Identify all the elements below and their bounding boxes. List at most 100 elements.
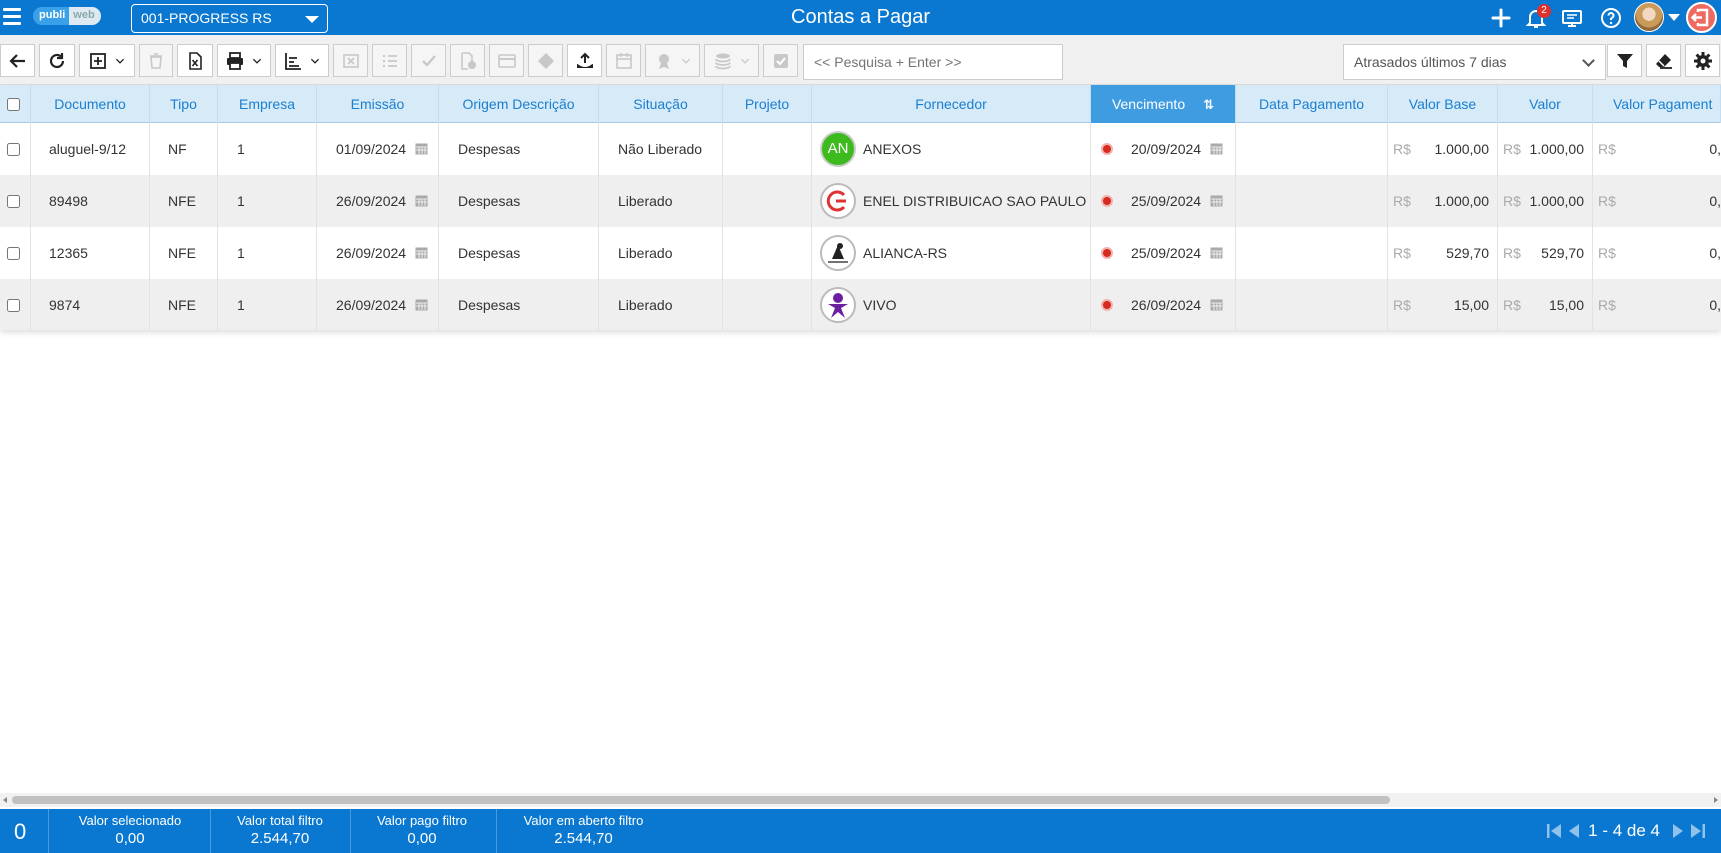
cell-valor-base: R$ 15,00 bbox=[1388, 279, 1498, 330]
add-icon[interactable] bbox=[1488, 5, 1514, 31]
valor-total-stat: Valor total filtro 2.544,70 bbox=[215, 813, 345, 847]
col-data-pagamento[interactable]: Data Pagamento bbox=[1236, 85, 1388, 123]
currency-symbol: R$ bbox=[1598, 297, 1616, 313]
cell-valor-base: R$ 529,70 bbox=[1388, 227, 1498, 279]
cell-fornecedor: AN ANEXOS bbox=[812, 123, 1091, 175]
refresh-button[interactable] bbox=[39, 44, 75, 77]
upload-button[interactable] bbox=[567, 44, 602, 77]
delete-button[interactable] bbox=[139, 44, 173, 77]
user-menu-chevron-icon[interactable] bbox=[1668, 14, 1680, 21]
col-tipo[interactable]: Tipo bbox=[150, 85, 218, 123]
calendar-icon[interactable] bbox=[1210, 298, 1223, 311]
top-bar: publi web 001-PROGRESS RS Contas a Pagar… bbox=[0, 0, 1721, 35]
col-documento[interactable]: Documento bbox=[31, 85, 150, 123]
horizontal-scrollbar[interactable] bbox=[0, 793, 1721, 807]
list-button[interactable] bbox=[372, 44, 407, 77]
approve-button[interactable] bbox=[411, 44, 446, 77]
export-excel-button[interactable] bbox=[177, 44, 213, 77]
calendar-icon[interactable] bbox=[415, 194, 428, 207]
grid-header: Documento Tipo Empresa Emissão Origem De… bbox=[0, 85, 1721, 123]
cell-valor: R$ 529,70 bbox=[1498, 227, 1593, 279]
tag-button[interactable] bbox=[528, 44, 563, 77]
check-box-button[interactable] bbox=[763, 44, 798, 77]
last-page-icon[interactable] bbox=[1690, 822, 1706, 840]
selected-count: 0 bbox=[14, 819, 27, 844]
monitor-icon[interactable] bbox=[1559, 5, 1585, 31]
col-valor[interactable]: Valor bbox=[1498, 85, 1593, 123]
row-checkbox[interactable] bbox=[7, 247, 20, 260]
calendar-icon[interactable] bbox=[1210, 246, 1223, 259]
first-page-icon[interactable] bbox=[1546, 822, 1562, 840]
row-checkbox[interactable] bbox=[7, 299, 20, 312]
calendar-icon[interactable] bbox=[415, 298, 428, 311]
emissao-date: 26/09/2024 bbox=[336, 245, 407, 261]
select-all-checkbox[interactable] bbox=[7, 98, 20, 111]
table-row[interactable]: 89498 NFE 1 26/09/2024 Despesas Liberado… bbox=[0, 175, 1721, 227]
scroll-left-icon[interactable] bbox=[3, 797, 7, 803]
valor-base-amount: 15,00 bbox=[1453, 297, 1489, 313]
calendar-icon[interactable] bbox=[415, 246, 428, 259]
document-money-button[interactable] bbox=[450, 44, 485, 77]
col-empresa[interactable]: Empresa bbox=[218, 85, 317, 123]
cell-valor-pagamento: R$ 0, bbox=[1593, 279, 1721, 330]
cell-situacao: Não Liberado bbox=[599, 123, 723, 175]
table-row[interactable]: aluguel-9/12 NF 1 01/09/2024 Despesas Nã… bbox=[0, 123, 1721, 175]
cancel-button[interactable] bbox=[333, 44, 368, 77]
cell-valor-base: R$ 1.000,00 bbox=[1388, 175, 1498, 227]
col-fornecedor[interactable]: Fornecedor bbox=[812, 85, 1091, 123]
row-checkbox[interactable] bbox=[7, 195, 20, 208]
calendar-button[interactable] bbox=[606, 44, 641, 77]
valor-total-value: 2.544,70 bbox=[250, 830, 310, 847]
scrollbar-thumb[interactable] bbox=[12, 796, 1390, 804]
currency-symbol: R$ bbox=[1503, 141, 1521, 157]
next-page-icon[interactable] bbox=[1670, 822, 1686, 840]
company-select[interactable]: 001-PROGRESS RS bbox=[131, 4, 328, 33]
col-valor-base[interactable]: Valor Base bbox=[1388, 85, 1498, 123]
divider bbox=[350, 809, 351, 853]
cell-documento: 89498 bbox=[31, 175, 150, 227]
cell-documento: 12365 bbox=[31, 227, 150, 279]
coins-button[interactable] bbox=[704, 44, 759, 77]
table-row[interactable]: 12365 NFE 1 26/09/2024 Despesas Liberado… bbox=[0, 227, 1721, 279]
overdue-status-dot bbox=[1101, 143, 1113, 155]
user-avatar[interactable] bbox=[1634, 2, 1664, 32]
cell-fornecedor: ENEL DISTRIBUICAO SAO PAULO bbox=[812, 175, 1091, 227]
prev-page-icon[interactable] bbox=[1566, 822, 1582, 840]
award-button[interactable] bbox=[645, 44, 700, 77]
emissao-date: 01/09/2024 bbox=[336, 141, 407, 157]
search-input[interactable] bbox=[803, 44, 1063, 80]
col-origem-descricao[interactable]: Origem Descrição bbox=[439, 85, 599, 123]
calendar-icon[interactable] bbox=[1210, 194, 1223, 207]
logout-button[interactable] bbox=[1686, 2, 1717, 33]
col-projeto[interactable]: Projeto bbox=[723, 85, 812, 123]
chart-button[interactable] bbox=[275, 44, 329, 77]
overdue-status-dot bbox=[1101, 195, 1113, 207]
calendar-icon[interactable] bbox=[415, 142, 428, 155]
clear-filter-button[interactable] bbox=[1646, 44, 1681, 77]
valor-selecionado-value: 0,00 bbox=[115, 830, 145, 847]
overdue-status-dot bbox=[1101, 299, 1113, 311]
print-button[interactable] bbox=[217, 44, 271, 77]
cell-origem: Despesas bbox=[439, 123, 599, 175]
filter-button[interactable] bbox=[1607, 44, 1642, 77]
help-icon[interactable] bbox=[1598, 5, 1624, 31]
col-vencimento[interactable]: Vencimento ⇅ bbox=[1091, 85, 1236, 123]
row-checkbox[interactable] bbox=[7, 143, 20, 156]
scroll-right-icon[interactable] bbox=[1714, 797, 1718, 803]
cell-valor-base: R$ 1.000,00 bbox=[1388, 123, 1498, 175]
menu-icon[interactable] bbox=[3, 8, 21, 26]
vencimento-date: 20/09/2024 bbox=[1131, 141, 1202, 157]
col-valor-pagamento[interactable]: Valor Pagament bbox=[1593, 85, 1721, 123]
new-record-button[interactable] bbox=[79, 44, 135, 77]
calendar-icon[interactable] bbox=[1210, 142, 1223, 155]
valor-aberto-stat: Valor em aberto filtro 2.544,70 bbox=[505, 813, 662, 847]
credit-card-button[interactable] bbox=[489, 44, 524, 77]
settings-button[interactable] bbox=[1685, 44, 1720, 77]
sort-ascending-icon[interactable]: ⇅ bbox=[1203, 86, 1214, 123]
notification-bell-icon[interactable]: 2 bbox=[1523, 4, 1551, 31]
back-button[interactable] bbox=[0, 44, 35, 77]
col-situacao[interactable]: Situação bbox=[599, 85, 723, 123]
col-emissao[interactable]: Emissão bbox=[317, 85, 439, 123]
table-row[interactable]: 9874 NFE 1 26/09/2024 Despesas Liberado … bbox=[0, 279, 1721, 330]
filter-select[interactable]: Atrasados últimos 7 dias bbox=[1343, 44, 1606, 80]
